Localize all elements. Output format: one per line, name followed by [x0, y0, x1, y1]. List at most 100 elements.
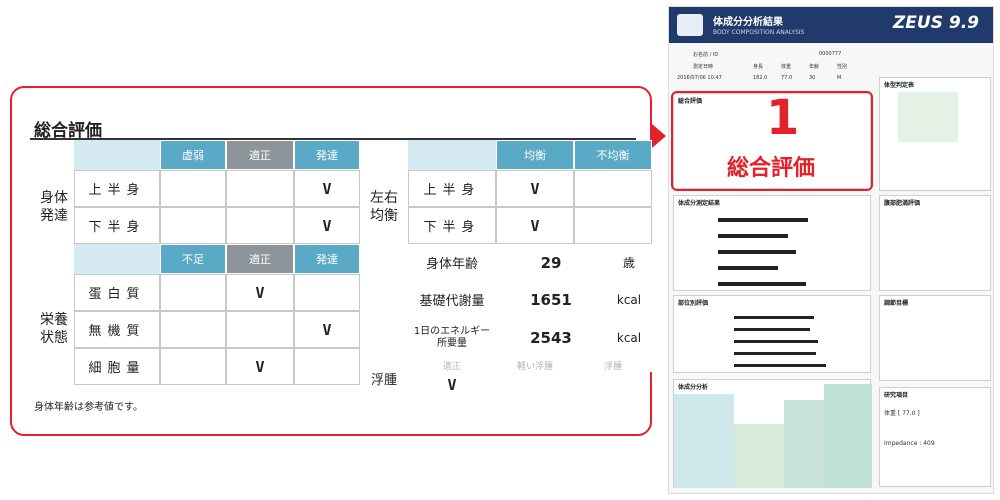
report-logo: ZEUS 9.9 [892, 13, 979, 33]
nut-header-blank [74, 244, 160, 274]
analysis-area-3 [784, 400, 824, 488]
dev-header-proper: 適正 [226, 140, 294, 170]
report-section-composition: 体成分測定結果 [678, 200, 721, 207]
dev-upper-proper [226, 170, 294, 207]
comp-bar-1 [718, 218, 808, 222]
dev-lower-proper [226, 207, 294, 244]
comp-bar-3 [718, 250, 796, 254]
bal-lower-balanced: V [496, 207, 574, 244]
nut-header-proper: 適正 [226, 244, 294, 274]
nut-cell-developed [294, 348, 360, 385]
report-col-age: 年齢 [809, 64, 820, 70]
report-thumbnail: 体成分分析結果 BODY COMPOSITION ANALYSIS ZEUS 9… [668, 6, 994, 494]
seg-bar-4 [734, 352, 816, 355]
dev-header-developed: 発達 [294, 140, 360, 170]
metric-age-label: 身体年齢 [408, 244, 496, 281]
bal-upper-unbalanced [574, 170, 652, 207]
report-abdominal-block: 腹部肥満評価 [879, 195, 991, 291]
bodytype-zone [898, 92, 958, 142]
dev-lower-weak [160, 207, 226, 244]
seg-bar-5 [734, 364, 826, 367]
report-analysis-block: 体成分分析 [673, 379, 872, 488]
bal-upper-balanced: V [496, 170, 574, 207]
nut-cell-insufficient [160, 348, 226, 385]
edema-label: 浮腫 [360, 358, 408, 398]
comp-bar-2 [718, 234, 788, 238]
edema-header-proper: 適正 [408, 358, 496, 372]
evaluation-callout: 総合評価 虚弱 適正 発達 均衡 不均衡 身体 発達 左右 均衡 上半身 V 下… [10, 86, 652, 436]
dev-row-lower: 下半身 [74, 207, 160, 244]
bal-row-upper: 上半身 [408, 170, 496, 207]
analysis-area-2 [734, 424, 784, 488]
report-composition-block: 体成分測定結果 [673, 195, 871, 291]
metric-energy-unit: kcal [606, 318, 652, 358]
report-age: 30 [809, 75, 816, 81]
dev-upper-weak [160, 170, 226, 207]
report-section-research: 研究項目 [884, 392, 909, 399]
nut-header-insufficient: 不足 [160, 244, 226, 274]
arrow-icon [652, 124, 666, 148]
footnote: 身体年齢は参考値です。 [34, 402, 143, 413]
seg-bar-2 [734, 328, 810, 331]
dev-row-upper: 上半身 [74, 170, 160, 207]
bal-header-balanced: 均衡 [496, 140, 574, 170]
metric-age-unit: 歳 [606, 244, 652, 281]
report-date: 2016/07/06 10:47 [677, 75, 722, 81]
report-col-sex: 性別 [837, 64, 848, 70]
report-sex: M [837, 75, 842, 81]
seg-bar-3 [734, 340, 818, 343]
nut-mineral-developed: V [294, 311, 360, 348]
report-impedance: Impedance : 409 [884, 440, 935, 447]
bal-row-lower: 下半身 [408, 207, 496, 244]
nut-row-cell: 細胞量 [74, 348, 160, 385]
bal-header-unbalanced: 不均衡 [574, 140, 652, 170]
metric-energy-label: 1日のエネルギー 所要量 [408, 318, 496, 358]
metric-bmr-value: 1651 [496, 281, 606, 318]
evaluation-grid: 虚弱 適正 発達 均衡 不均衡 身体 発達 左右 均衡 上半身 V 下半身 V … [34, 140, 652, 400]
report-col-weight: 体重 [781, 64, 792, 70]
metric-bmr-label: 基礎代謝量 [408, 281, 496, 318]
nut-cell-proper: V [226, 348, 294, 385]
seg-bar-1 [734, 316, 814, 319]
report-section-segment: 部位別評価 [678, 300, 709, 307]
report-subtitle: BODY COMPOSITION ANALYSIS [713, 29, 805, 36]
nut-header-developed: 発達 [294, 244, 360, 274]
dev-upper-developed: V [294, 170, 360, 207]
development-label: 身体 発達 [34, 170, 74, 244]
report-id: 0000777 [819, 51, 842, 57]
comp-bar-4 [718, 266, 778, 270]
report-weight: 77.0 [781, 75, 793, 81]
report-name-label: お名前 / ID [693, 52, 719, 58]
dev-header-weak: 虚弱 [160, 140, 226, 170]
report-segment-block: 部位別評価 [673, 295, 871, 373]
report-title: 体成分分析結果 [713, 17, 783, 28]
report-research-block: 研究項目 体重 [ 77.0 ] Impedance : 409 [879, 387, 991, 487]
analysis-area-1 [674, 394, 734, 488]
report-logo-icon [677, 14, 703, 36]
nut-protein-developed [294, 274, 360, 311]
nut-protein-insufficient [160, 274, 226, 311]
edema-header-mild: 軽い浮腫 [496, 358, 574, 372]
callout-label: 総合評価 [727, 156, 816, 181]
bal-header-blank [408, 140, 496, 170]
report-height: 182.0 [753, 75, 768, 81]
report-date-label: 測定日時 [693, 64, 714, 70]
nut-row-mineral: 無機質 [74, 311, 160, 348]
report-section-abdominal: 腹部肥満評価 [884, 200, 921, 207]
comp-bar-5 [718, 282, 806, 286]
callout-number: 1 [766, 90, 800, 146]
nutrition-label: 栄養 状態 [34, 274, 74, 384]
analysis-area-4 [824, 384, 872, 488]
report-bodytype-block: 体型判定表 [879, 77, 991, 191]
report-target-block: 調節目標 [879, 295, 991, 381]
report-section-analysis: 体成分分析 [678, 384, 709, 391]
nut-mineral-insufficient [160, 311, 226, 348]
nut-protein-proper: V [226, 274, 294, 311]
nut-mineral-proper [226, 311, 294, 348]
report-col-height: 身長 [753, 64, 764, 70]
metric-energy-value: 2543 [496, 318, 606, 358]
nut-row-protein: 蛋白質 [74, 274, 160, 311]
bal-lower-unbalanced [574, 207, 652, 244]
metric-bmr-unit: kcal [606, 281, 652, 318]
dev-header-blank [74, 140, 160, 170]
